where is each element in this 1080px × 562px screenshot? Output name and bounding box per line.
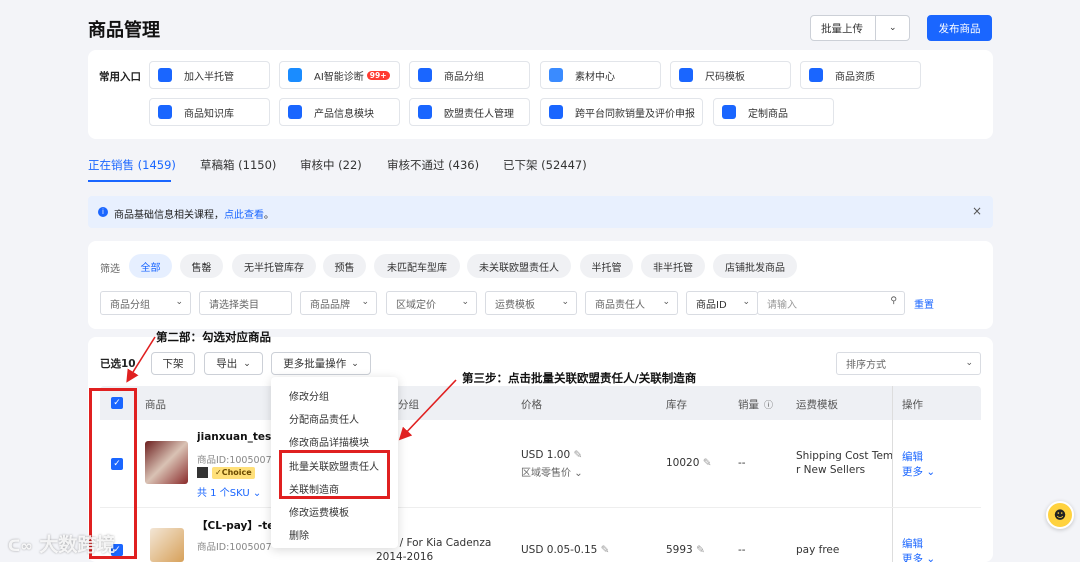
arrow-step2 [126, 336, 156, 383]
annotation-arrows [126, 336, 457, 441]
annotation-step3: 第三步：点击批量关联欧盟责任人/关联制造商 [462, 371, 697, 385]
watermark-text: 大数跨境 [39, 534, 116, 556]
watermark-logo-icon: ᑕ∞ [8, 537, 33, 555]
watermark: ᑕ∞ 大数跨境 [8, 530, 115, 557]
annotation-step2: 第二部：勾选对应商品 [156, 330, 271, 344]
assistant-bot-icon[interactable]: ☻ [1046, 501, 1074, 529]
arrow-step3 [398, 379, 457, 441]
